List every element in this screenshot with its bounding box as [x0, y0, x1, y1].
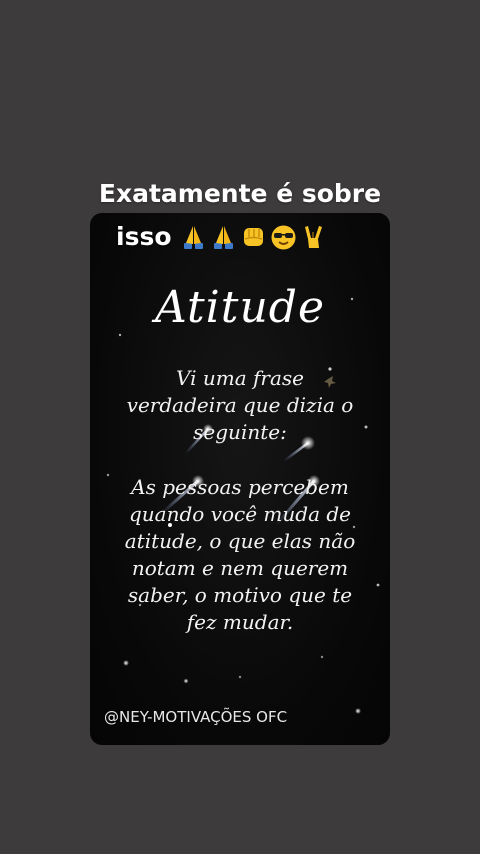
- sunglasses-face-icon: [270, 224, 297, 251]
- quote-body: As pessoas percebem quando você muda de …: [124, 475, 356, 634]
- story-caption-line-2: isso: [116, 219, 327, 255]
- story-caption-line-1: Exatamente é sobre: [98, 179, 382, 208]
- folded-hands-icon: [180, 224, 207, 251]
- watermark-handle: @NEY-MOTIVAÇÕES OFC: [104, 708, 288, 726]
- quote-card: Atitude Vi uma frase verdadeira que dizi…: [90, 213, 390, 745]
- folded-hands-icon: [210, 224, 237, 251]
- quote-intro: Vi uma frase verdadeira que dizia o segu…: [126, 366, 354, 444]
- fist-bump-icon: [240, 224, 267, 251]
- emoji-row: [180, 224, 327, 251]
- caption-word: isso: [116, 222, 172, 251]
- card-title: Atitude: [155, 282, 325, 333]
- victory-hand-icon: [300, 224, 327, 251]
